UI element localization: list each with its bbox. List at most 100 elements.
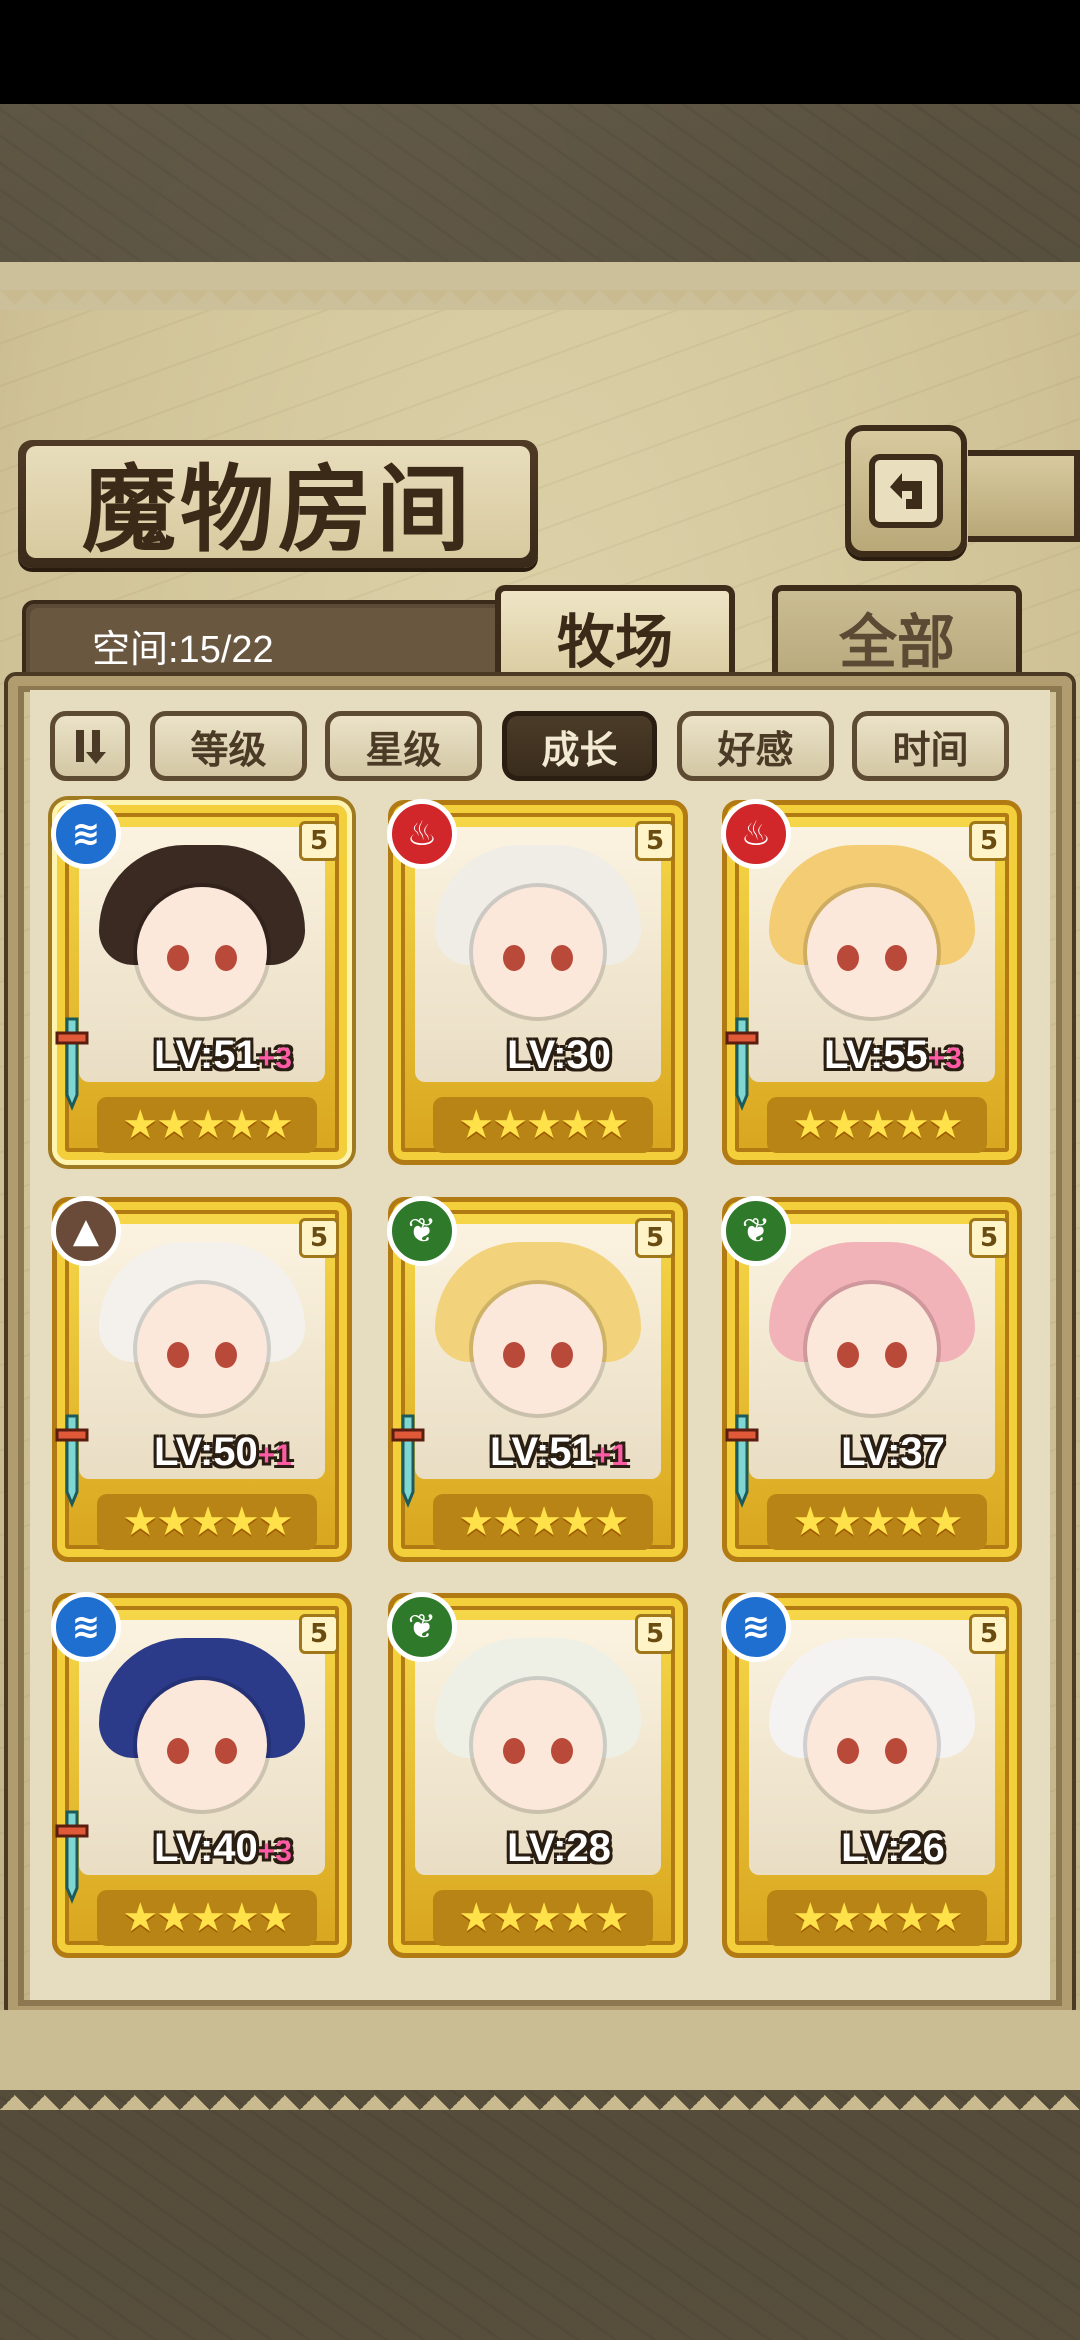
monster-face (473, 887, 603, 1017)
star-icon: ★★★★★ (122, 1102, 293, 1148)
rank-badge: 5 (299, 821, 339, 861)
monster-card[interactable]: ♨ 5 LV:30 ★★★★★ (387, 799, 688, 1165)
star-icon: ★★★★★ (792, 1102, 963, 1148)
monster-card[interactable]: ♨ 5 LV:55+3 ★★★★★ (721, 799, 1022, 1165)
level-bonus: +3 (927, 1042, 962, 1075)
monster-face (807, 1680, 937, 1810)
sort-growth-button[interactable]: 成长 (502, 711, 657, 781)
water-element-icon: ≋ (51, 1592, 121, 1662)
monster-level: LV:30 (449, 1033, 669, 1078)
monster-card[interactable]: ≋ 5 LV:40+3 ★★★★★ (51, 1592, 352, 1958)
weapon-icon (55, 1810, 89, 1904)
status-bar (0, 0, 1080, 104)
title-plate: 魔物房间 (18, 440, 538, 568)
space-counter: 空间:15/22 (92, 629, 274, 671)
monster-eye (837, 1342, 859, 1368)
level-value: LV:37 (841, 1430, 945, 1474)
monster-level: LV:40+3 (113, 1826, 333, 1871)
weapon-icon (725, 1017, 759, 1111)
tab-ranch[interactable]: 牧场 (495, 585, 735, 683)
level-bonus: +3 (257, 1835, 292, 1868)
sort-affection-label: 好感 (717, 727, 794, 772)
monster-face (473, 1284, 603, 1414)
monster-eye (551, 945, 573, 971)
monster-eye (167, 1738, 189, 1764)
star-rating: ★★★★★ (433, 1890, 653, 1946)
monster-eye (837, 945, 859, 971)
tab-all[interactable]: 全部 (772, 585, 1022, 683)
star-icon: ★★★★★ (122, 1895, 293, 1941)
fire-element-icon: ♨ (387, 799, 457, 869)
fire-element-icon: ♨ (721, 799, 791, 869)
back-arrow-icon (869, 454, 943, 528)
monster-eye (167, 1342, 189, 1368)
sort-time-button[interactable]: 时间 (852, 711, 1009, 781)
star-icon: ★★★★★ (122, 1499, 293, 1545)
monster-eye (215, 945, 237, 971)
monster-eye (215, 1738, 237, 1764)
page-title: 魔物房间 (81, 455, 474, 565)
monster-eye (167, 945, 189, 971)
sort-star-button[interactable]: 星级 (325, 711, 482, 781)
weapon-icon (725, 1414, 759, 1508)
level-bonus: +1 (257, 1439, 292, 1472)
rank-badge: 5 (299, 1218, 339, 1258)
star-rating: ★★★★★ (767, 1097, 987, 1153)
monster-eye (885, 945, 907, 971)
rank-badge: 5 (635, 821, 675, 861)
monster-level: LV:26 (783, 1826, 1003, 1871)
star-icon: ★★★★★ (458, 1499, 629, 1545)
monster-face (473, 1680, 603, 1810)
monster-eye (503, 945, 525, 971)
tab-all-label: 全部 (838, 608, 955, 676)
star-rating: ★★★★★ (767, 1890, 987, 1946)
sort-affection-button[interactable]: 好感 (677, 711, 834, 781)
wood-element-icon: ❦ (387, 1196, 457, 1266)
panel-bottom-band (0, 2010, 1080, 2090)
wood-element-icon: ❦ (721, 1196, 791, 1266)
level-bonus: +3 (257, 1042, 292, 1075)
sort-level-label: 等级 (190, 727, 267, 772)
water-element-icon: ≋ (721, 1592, 791, 1662)
monster-eye (215, 1342, 237, 1368)
back-button[interactable] (845, 425, 967, 557)
level-value: LV:50 (154, 1430, 258, 1474)
monster-card[interactable]: ≋ 5 LV:26 ★★★★★ (721, 1592, 1022, 1958)
monster-card[interactable]: ▲ 5 LV:50+1 ★★★★★ (51, 1196, 352, 1562)
monster-face (137, 1284, 267, 1414)
monster-level: LV:37 (783, 1430, 1003, 1475)
monster-face (807, 887, 937, 1017)
level-bonus: +1 (593, 1439, 628, 1472)
level-value: LV:51 (490, 1430, 594, 1474)
level-value: LV:30 (507, 1033, 611, 1077)
star-rating: ★★★★★ (767, 1494, 987, 1550)
weapon-icon (55, 1414, 89, 1508)
earth-element-icon: ▲ (51, 1196, 121, 1266)
star-rating: ★★★★★ (433, 1097, 653, 1153)
rank-badge: 5 (299, 1614, 339, 1654)
monster-card[interactable]: ❦ 5 LV:37 ★★★★★ (721, 1196, 1022, 1562)
sort-order-button[interactable] (50, 711, 130, 781)
monster-card[interactable]: ❦ 5 LV:51+1 ★★★★★ (387, 1196, 688, 1562)
star-rating: ★★★★★ (97, 1097, 317, 1153)
monster-level: LV:28 (449, 1826, 669, 1871)
wood-element-icon: ❦ (387, 1592, 457, 1662)
rank-badge: 5 (969, 1614, 1009, 1654)
star-rating: ★★★★★ (97, 1890, 317, 1946)
weapon-icon (391, 1414, 425, 1508)
monster-level: LV:50+1 (113, 1430, 333, 1475)
monster-face (137, 887, 267, 1017)
sort-time-label: 时间 (892, 727, 969, 772)
monster-card[interactable]: ≋ 5 LV:51+3 ★★★★★ (51, 799, 352, 1165)
monster-card[interactable]: ❦ 5 LV:28 ★★★★★ (387, 1592, 688, 1958)
monster-eye (885, 1342, 907, 1368)
tab-ranch-label: 牧场 (556, 608, 673, 676)
sort-level-button[interactable]: 等级 (150, 711, 307, 781)
star-rating: ★★★★★ (97, 1494, 317, 1550)
star-icon: ★★★★★ (792, 1895, 963, 1941)
level-value: LV:26 (841, 1826, 945, 1870)
sort-order-icon (76, 730, 106, 764)
level-value: LV:51 (154, 1033, 258, 1077)
rank-badge: 5 (635, 1614, 675, 1654)
monster-eye (885, 1738, 907, 1764)
